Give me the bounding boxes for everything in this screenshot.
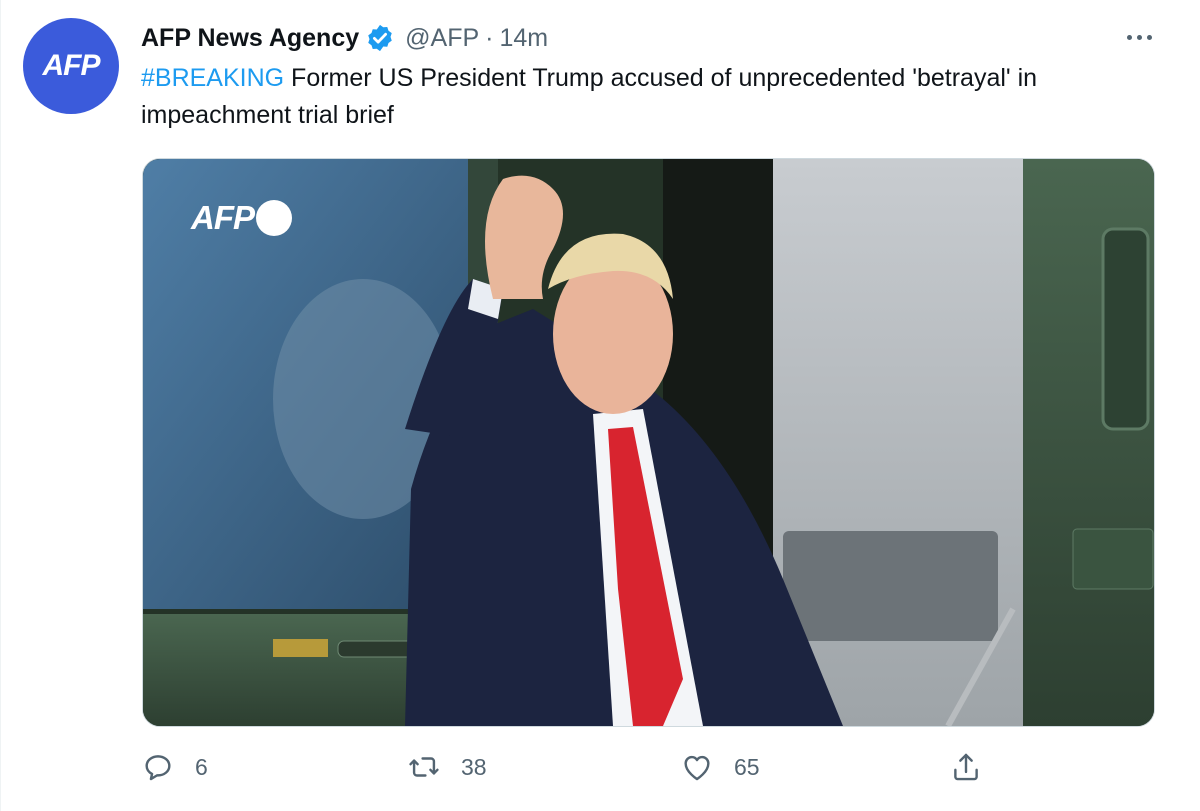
separator-dot: · bbox=[485, 23, 494, 52]
photo-illustration bbox=[143, 159, 1154, 726]
reply-count: 6 bbox=[195, 753, 208, 780]
account-handle[interactable]: @AFP bbox=[405, 24, 479, 53]
retweet-icon bbox=[409, 757, 439, 777]
like-count: 65 bbox=[734, 753, 760, 780]
like-button[interactable]: 65 bbox=[680, 745, 760, 789]
tweet-timestamp[interactable]: 14m bbox=[499, 24, 548, 53]
retweet-count: 38 bbox=[461, 753, 487, 780]
tweet-card[interactable]: AFP AFP News Agency @AFP · 14m #BREAKING… bbox=[0, 0, 1200, 811]
reply-icon bbox=[145, 755, 171, 781]
avatar-logo-text: AFP bbox=[42, 49, 101, 82]
afp-watermark: AFP bbox=[191, 199, 292, 237]
verified-badge-icon bbox=[368, 24, 392, 52]
hashtag-link[interactable]: #BREAKING bbox=[141, 64, 284, 92]
tweet-header: AFP News Agency @AFP · 14m bbox=[141, 22, 548, 54]
watermark-dot bbox=[256, 200, 292, 236]
retweet-button[interactable]: 38 bbox=[407, 745, 487, 789]
tweet-actions: 6 38 65 bbox=[141, 745, 1001, 789]
tweet-photo[interactable]: AFP bbox=[142, 158, 1155, 727]
share-button[interactable] bbox=[949, 745, 983, 789]
watermark-text: AFP bbox=[191, 199, 255, 236]
more-icon[interactable] bbox=[1127, 22, 1152, 52]
account-name[interactable]: AFP News Agency bbox=[141, 24, 359, 53]
like-icon bbox=[684, 755, 710, 781]
share-icon bbox=[954, 753, 978, 781]
reply-button[interactable]: 6 bbox=[141, 745, 208, 789]
avatar[interactable]: AFP bbox=[23, 18, 119, 114]
tweet-text: #BREAKING Former US President Trump accu… bbox=[141, 60, 1161, 134]
